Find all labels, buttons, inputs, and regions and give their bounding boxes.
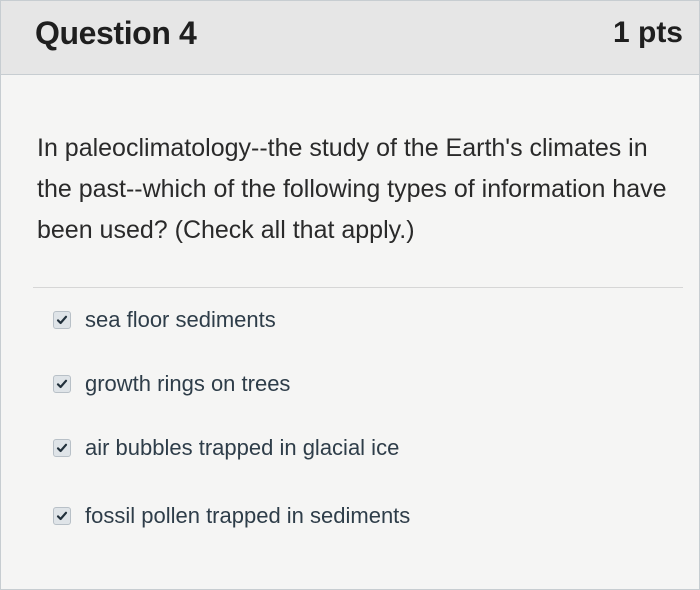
checkmark-icon [56, 443, 68, 453]
answer-checkbox[interactable] [53, 375, 71, 393]
question-text: In paleoclimatology--the study of the Ea… [37, 134, 667, 244]
answer-list: sea floor sediments growth rings on tree… [33, 287, 683, 552]
answer-label: fossil pollen trapped in sediments [85, 503, 411, 528]
answer-label: air bubbles trapped in glacial ice [85, 435, 400, 460]
answer-option-growth-rings-on-trees[interactable]: growth rings on trees [33, 352, 683, 416]
checkmark-icon [56, 379, 68, 389]
quiz-question-card: Question 4 1 pts In paleoclimatology--th… [0, 0, 700, 590]
checkmark-icon [56, 315, 68, 325]
answer-option-fossil-pollen-trapped-in-sediments[interactable]: fossil pollen trapped in sediments [33, 480, 683, 552]
answer-checkbox[interactable] [53, 507, 71, 525]
answer-option-sea-floor-sediments[interactable]: sea floor sediments [33, 288, 683, 352]
answer-checkbox[interactable] [53, 311, 71, 329]
question-title: Question 4 [35, 15, 197, 51]
question-points: 1 pts [612, 16, 683, 49]
answer-label: sea floor sediments [85, 307, 276, 332]
checkmark-icon [56, 511, 68, 521]
answer-checkbox[interactable] [53, 439, 71, 457]
answer-label: growth rings on trees [85, 371, 291, 396]
question-header: Question 4 1 pts [1, 1, 699, 75]
answer-option-air-bubbles-trapped-in-glacial-ice[interactable]: air bubbles trapped in glacial ice [33, 416, 683, 480]
